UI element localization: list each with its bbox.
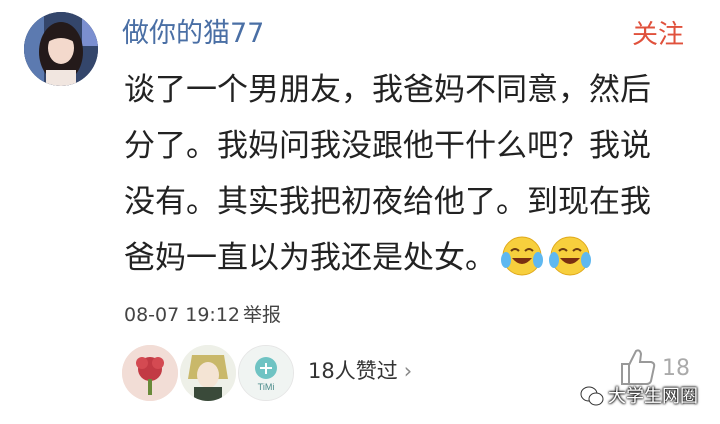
- watermark-text: 大学生网圈: [608, 386, 698, 407]
- laughing-crying-emoji-icon: [501, 236, 543, 276]
- likes-summary-text: 18人赞过: [308, 359, 398, 383]
- watermark: 大学生网圈: [580, 382, 698, 408]
- liker-avatar[interactable]: [180, 345, 236, 401]
- like-count: 18: [662, 356, 690, 381]
- laughing-crying-emoji-icon: [549, 236, 591, 276]
- user-avatar-image: [24, 12, 98, 86]
- comment-line: 分了。我妈问我没跟他干什么吧？我说: [124, 128, 651, 164]
- comment-line: 谈了一个男朋友，我爸妈不同意，然后: [124, 72, 651, 108]
- user-avatar[interactable]: [24, 12, 98, 86]
- chevron-right-icon: ›: [403, 359, 413, 383]
- timi-logo-text: TiMi: [258, 382, 275, 392]
- timi-logo-icon: TiMi: [239, 346, 293, 400]
- likes-summary-link[interactable]: 18人赞过 ›: [308, 356, 412, 386]
- comment-meta: 08-07 19:12 举报: [124, 300, 281, 327]
- timestamp: 08-07 19:12: [124, 304, 241, 326]
- anime-avatar-icon: [180, 345, 236, 401]
- wechat-icon: [580, 386, 604, 406]
- comment-line-text: 爸妈一直以为我还是处女。: [124, 240, 496, 276]
- follow-button[interactable]: 关注: [632, 18, 684, 52]
- username[interactable]: 做你的猫77: [122, 16, 264, 52]
- liker-avatar[interactable]: [122, 345, 178, 401]
- comment-text: 谈了一个男朋友，我爸妈不同意，然后 分了。我妈问我没跟他干什么吧？我说 没有。其…: [124, 62, 704, 286]
- comment-line: 没有。其实我把初夜给他了。到现在我: [124, 184, 651, 220]
- rose-avatar-icon: [122, 345, 178, 401]
- liker-avatar[interactable]: TiMi: [238, 345, 294, 401]
- report-button[interactable]: 举报: [243, 304, 281, 326]
- comment-line-last: 爸妈一直以为我还是处女。: [124, 230, 704, 286]
